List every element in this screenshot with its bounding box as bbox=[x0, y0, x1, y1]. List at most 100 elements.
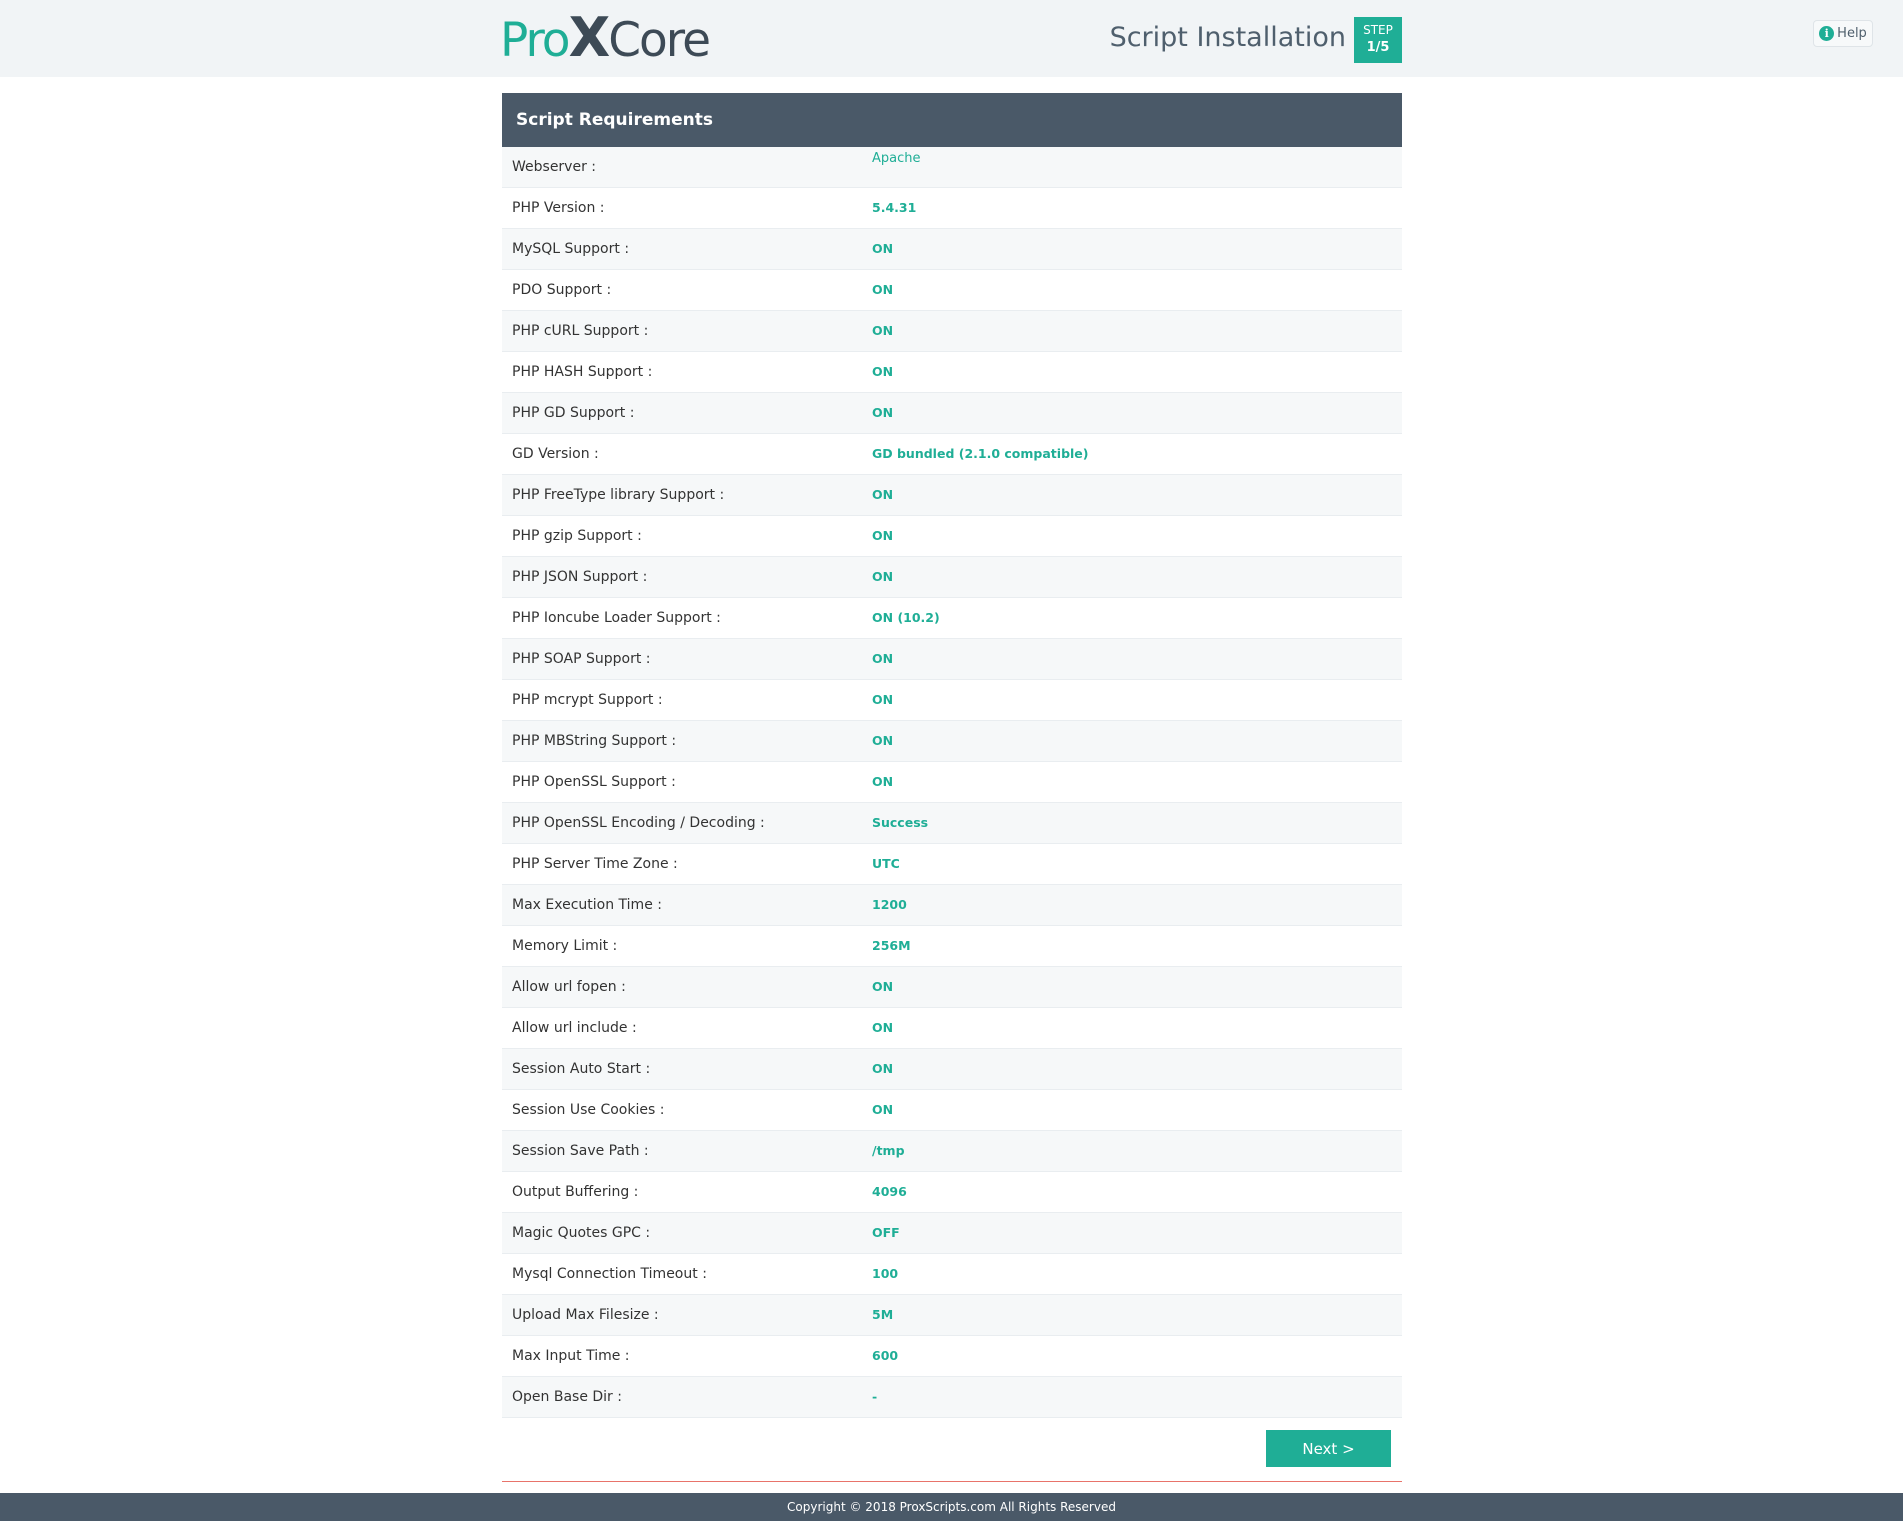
table-row: Webserver : Apache bbox=[502, 147, 1402, 188]
requirements-panel: Script Requirements Webserver : Apache PHP… bbox=[502, 93, 1402, 1418]
table-row: Output Buffering : 4096 bbox=[502, 1172, 1402, 1213]
requirement-label: Output Buffering : bbox=[512, 1184, 639, 1200]
table-row: PHP Server Time Zone : UTC bbox=[502, 844, 1402, 885]
table-row: PHP FreeType library Support : ON bbox=[502, 475, 1402, 516]
requirement-label: Magic Quotes GPC : bbox=[512, 1225, 651, 1241]
requirement-value: 5.4.31 bbox=[872, 200, 917, 215]
requirements-list: Webserver : Apache PHP Version : 5.4.31 MySQ… bbox=[502, 147, 1402, 1418]
requirement-label: Open Base Dir : bbox=[512, 1389, 622, 1405]
table-row: Session Auto Start : ON bbox=[502, 1049, 1402, 1090]
step-label: STEP bbox=[1363, 23, 1393, 37]
requirement-value: ON bbox=[872, 692, 894, 707]
table-row: Open Base Dir : - bbox=[502, 1377, 1402, 1418]
table-row: PHP cURL Support : ON bbox=[502, 311, 1402, 352]
table-row: PHP JSON Support : ON bbox=[502, 557, 1402, 598]
requirement-label: Max Execution Time : bbox=[512, 897, 662, 913]
table-row: PHP OpenSSL Support : ON bbox=[502, 762, 1402, 803]
requirement-label: PHP MBString Support : bbox=[512, 733, 677, 749]
requirement-label: PHP OpenSSL Support : bbox=[512, 774, 676, 790]
top-bar: ProXCore Script Installation STEP 1/5 i … bbox=[0, 0, 1903, 77]
requirement-value: 600 bbox=[872, 1348, 899, 1363]
logo-text-core: Core bbox=[608, 13, 711, 68]
table-row: PHP OpenSSL Encoding / Decoding : Success bbox=[502, 803, 1402, 844]
requirement-label: PHP gzip Support : bbox=[512, 528, 642, 544]
requirement-value: 4096 bbox=[872, 1184, 907, 1199]
requirement-label: Memory Limit : bbox=[512, 938, 618, 954]
table-row: Upload Max Filesize : 5M bbox=[502, 1295, 1402, 1336]
requirement-label: PHP Server Time Zone : bbox=[512, 856, 678, 872]
table-row: MySQL Support : ON bbox=[502, 229, 1402, 270]
table-row: PHP mcrypt Support : ON bbox=[502, 680, 1402, 721]
table-row: Magic Quotes GPC : OFF bbox=[502, 1213, 1402, 1254]
table-row: Mysql Connection Timeout : 100 bbox=[502, 1254, 1402, 1295]
table-row: PHP GD Support : ON bbox=[502, 393, 1402, 434]
requirement-value: 1200 bbox=[872, 897, 907, 912]
logo-text-pro: Pro bbox=[500, 13, 571, 68]
requirement-value: Apache bbox=[872, 151, 921, 166]
table-row: PHP Ioncube Loader Support : ON (10.2) bbox=[502, 598, 1402, 639]
table-row: PHP gzip Support : ON bbox=[502, 516, 1402, 557]
requirement-label: PHP mcrypt Support : bbox=[512, 692, 663, 708]
requirement-value: ON bbox=[872, 1020, 894, 1035]
requirement-value: ON bbox=[872, 651, 894, 666]
requirement-label: Mysql Connection Timeout : bbox=[512, 1266, 707, 1282]
help-button[interactable]: i Help bbox=[1813, 20, 1873, 47]
requirement-label: Session Save Path : bbox=[512, 1143, 649, 1159]
logo-text-x: X bbox=[568, 6, 611, 69]
requirement-value: ON bbox=[872, 979, 894, 994]
panel-title: Script Requirements bbox=[502, 93, 1402, 147]
requirement-value: ON bbox=[872, 733, 894, 748]
table-row: PHP SOAP Support : ON bbox=[502, 639, 1402, 680]
requirement-label: PHP SOAP Support : bbox=[512, 651, 651, 667]
requirement-value: ON bbox=[872, 774, 894, 789]
table-row: Memory Limit : 256M bbox=[502, 926, 1402, 967]
table-row: GD Version : GD bundled (2.1.0 compatible… bbox=[502, 434, 1402, 475]
requirement-label: PHP Ioncube Loader Support : bbox=[512, 610, 721, 626]
requirement-value: Success bbox=[872, 815, 929, 830]
requirement-label: Webserver : bbox=[512, 159, 597, 175]
footer: Copyright © 2018 ProxScripts.com All Rig… bbox=[0, 1493, 1903, 1521]
table-row: Max Input Time : 600 bbox=[502, 1336, 1402, 1377]
requirement-value: - bbox=[872, 1389, 878, 1404]
requirement-value: ON bbox=[872, 569, 894, 584]
requirement-label: PHP JSON Support : bbox=[512, 569, 648, 585]
requirement-label: PHP GD Support : bbox=[512, 405, 635, 421]
requirement-label: Max Input Time : bbox=[512, 1348, 630, 1364]
table-row: Allow url fopen : ON bbox=[502, 967, 1402, 1008]
table-row: PHP MBString Support : ON bbox=[502, 721, 1402, 762]
info-icon: i bbox=[1819, 26, 1835, 41]
requirement-value: ON bbox=[872, 282, 894, 297]
page-title: Script Installation bbox=[1109, 22, 1346, 53]
requirement-label: PHP cURL Support : bbox=[512, 323, 649, 339]
table-row: Session Save Path : /tmp bbox=[502, 1131, 1402, 1172]
requirement-label: GD Version : bbox=[512, 446, 599, 462]
requirement-value: ON (10.2) bbox=[872, 610, 940, 625]
requirement-value: 5M bbox=[872, 1307, 894, 1322]
requirement-label: PHP HASH Support : bbox=[512, 364, 653, 380]
requirement-label: PDO Support : bbox=[512, 282, 612, 298]
requirement-value: UTC bbox=[872, 856, 900, 871]
requirement-label: MySQL Support : bbox=[512, 241, 630, 257]
requirement-value: 100 bbox=[872, 1266, 899, 1281]
requirement-value: ON bbox=[872, 1102, 894, 1117]
table-row: PHP Version : 5.4.31 bbox=[502, 188, 1402, 229]
table-row: PDO Support : ON bbox=[502, 270, 1402, 311]
requirement-value: ON bbox=[872, 1061, 894, 1076]
requirement-label: Session Use Cookies : bbox=[512, 1102, 665, 1118]
help-label: Help bbox=[1837, 26, 1867, 41]
proxcore-logo[interactable]: ProXCore bbox=[500, 11, 711, 67]
requirement-label: PHP OpenSSL Encoding / Decoding : bbox=[512, 815, 765, 831]
requirement-label: Session Auto Start : bbox=[512, 1061, 651, 1077]
requirement-label: PHP Version : bbox=[512, 200, 605, 216]
requirement-value: OFF bbox=[872, 1225, 900, 1240]
next-button[interactable]: Next > bbox=[1266, 1430, 1391, 1467]
requirement-label: Allow url fopen : bbox=[512, 979, 626, 995]
table-row: PHP HASH Support : ON bbox=[502, 352, 1402, 393]
table-row: Allow url include : ON bbox=[502, 1008, 1402, 1049]
step-value: 1/5 bbox=[1366, 40, 1390, 55]
step-badge: STEP 1/5 bbox=[1354, 17, 1402, 63]
requirement-value: /tmp bbox=[872, 1143, 905, 1158]
requirement-value: GD bundled (2.1.0 compatible) bbox=[872, 446, 1089, 461]
requirement-label: Allow url include : bbox=[512, 1020, 637, 1036]
table-row: Session Use Cookies : ON bbox=[502, 1090, 1402, 1131]
